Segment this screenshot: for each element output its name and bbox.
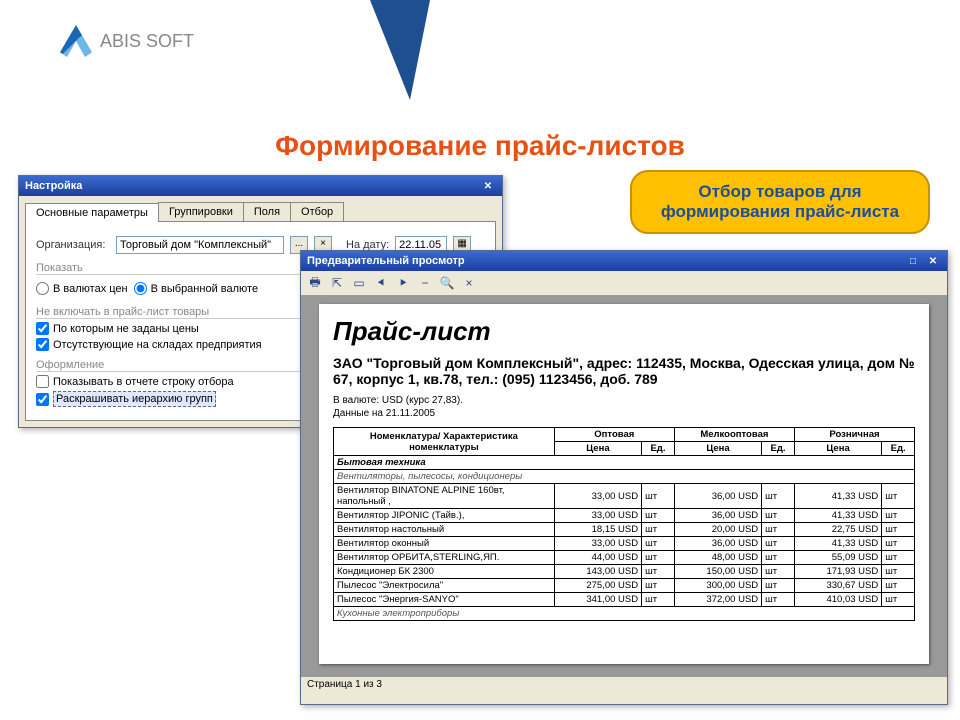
window-title: Предварительный просмотр [307, 255, 465, 267]
zoom-out-icon[interactable]: − [415, 273, 435, 293]
window-title: Настройка [25, 180, 82, 192]
table-row: Вентилятор ОРБИТА,STERLING,ЯП.44,00 USDш… [334, 551, 915, 565]
table-row: Кухонные электроприборы [334, 607, 915, 621]
table-row: Пылесос "Энергия-SANYO"341,00 USDшт372,0… [334, 593, 915, 607]
logo: ABIS SOFT [60, 25, 194, 57]
preview-toolbar: 🖶 ⇱ ▭ ⯇ ⯈ − 🔍 × [301, 271, 947, 296]
tab-main[interactable]: Основные параметры [25, 203, 159, 222]
table-row: Пылесос "Электросила"275,00 USDшт300,00 … [334, 579, 915, 593]
page-width-icon[interactable]: ⇱ [327, 273, 347, 293]
close-preview-icon[interactable]: × [459, 273, 479, 293]
callout-bubble: Отбор товаров для формирования прайс-лис… [630, 170, 930, 234]
table-row: Кондиционер БК 2300143,00 USDшт150,00 US… [334, 565, 915, 579]
radio-selected-currency[interactable]: В выбранной валюте [134, 282, 258, 295]
table-row: Вентилятор настольный18,15 USDшт20,00 US… [334, 523, 915, 537]
price-table: Номенклатура/ Характеристика номенклатур… [333, 427, 915, 621]
org-label: Организация: [36, 239, 110, 251]
print-icon[interactable]: 🖶 [305, 273, 325, 293]
tabs: Основные параметры Группировки Поля Отбо… [25, 202, 496, 222]
th-nom: Номенклатура/ Характеристика номенклатур… [334, 428, 555, 456]
close-icon[interactable]: ✕ [925, 254, 941, 268]
table-row: Бытовая техника [334, 456, 915, 470]
th-opt: Оптовая [554, 428, 674, 442]
preview-titlebar[interactable]: Предварительный просмотр □ ✕ [301, 251, 947, 271]
document-page: Прайс-лист ЗАО "Торговый дом Комплексный… [319, 304, 929, 664]
page-indicator: Страница 1 из 3 [307, 679, 382, 690]
preview-window: Предварительный просмотр □ ✕ 🖶 ⇱ ▭ ⯇ ⯈ −… [300, 250, 948, 705]
settings-titlebar[interactable]: Настройка ✕ [19, 176, 502, 196]
status-bar: Страница 1 из 3 [301, 676, 947, 692]
company-address: ЗАО "Торговый дом Комплексный", адрес: 1… [333, 355, 915, 387]
maximize-icon[interactable]: □ [905, 254, 921, 268]
page-title: Формирование прайс-листов [0, 130, 960, 162]
pricelist-title: Прайс-лист [333, 316, 915, 347]
close-icon[interactable]: ✕ [480, 179, 496, 193]
logo-text: ABIS SOFT [100, 31, 194, 52]
th-rozn: Розничная [794, 428, 914, 442]
table-row: Вентилятор JIPONIC (Тайв.),33,00 USDшт36… [334, 509, 915, 523]
tab-group[interactable]: Группировки [158, 202, 244, 221]
header-banner: ABIS SOFT [0, 0, 960, 100]
table-row: Вентилятор оконный33,00 USDшт36,00 USDшт… [334, 537, 915, 551]
document-viewport[interactable]: Прайс-лист ЗАО "Торговый дом Комплексный… [301, 296, 947, 676]
tab-filter[interactable]: Отбор [290, 202, 344, 221]
logo-icon [60, 25, 92, 57]
th-mopt: Мелкооптовая [674, 428, 794, 442]
full-page-icon[interactable]: ▭ [349, 273, 369, 293]
org-field[interactable]: Торговый дом "Комплексный" [116, 236, 284, 254]
next-page-icon[interactable]: ⯈ [393, 273, 413, 293]
tab-fields[interactable]: Поля [243, 202, 291, 221]
table-row: Вентиляторы, пылесосы, кондиционеры [334, 470, 915, 484]
banner-triangle [370, 0, 430, 100]
prev-page-icon[interactable]: ⯇ [371, 273, 391, 293]
data-date: Данные на 21.11.2005 [333, 408, 915, 419]
table-row: Вентилятор BINATONE ALPINE 160вт, наполь… [334, 484, 915, 509]
currency-info: В валюте: USD (курс 27,83). [333, 395, 915, 406]
radio-currency-prices[interactable]: В валютах цен [36, 282, 128, 295]
zoom-in-icon[interactable]: 🔍 [437, 273, 457, 293]
